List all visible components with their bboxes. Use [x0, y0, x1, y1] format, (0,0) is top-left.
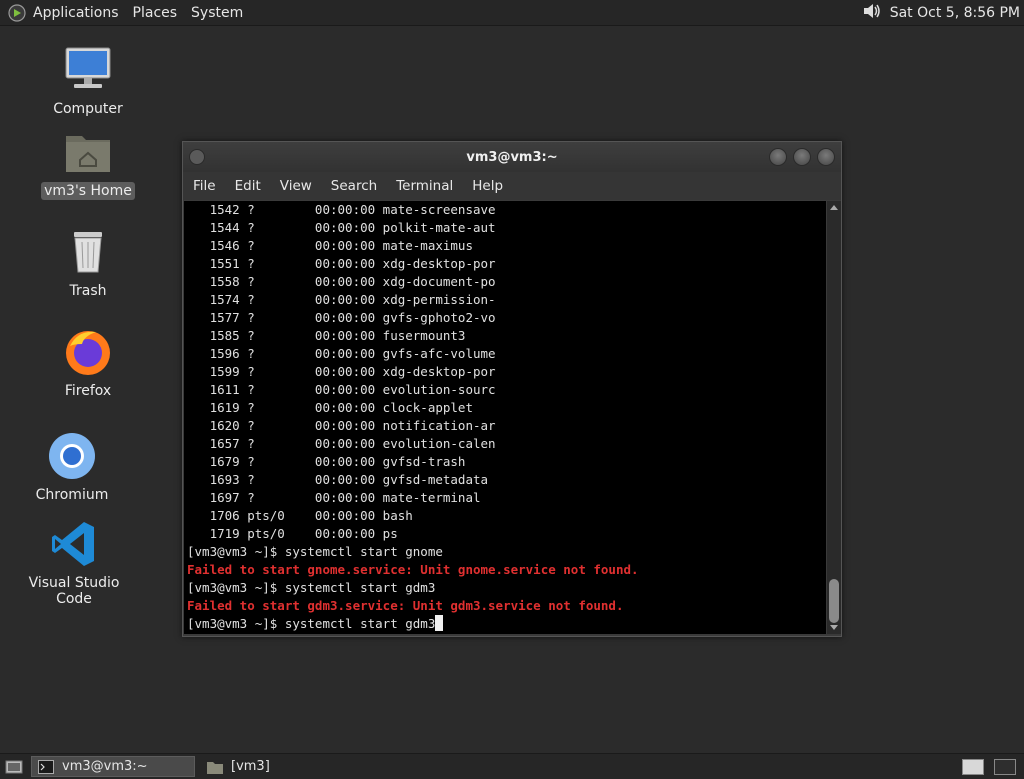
text-cursor: [435, 615, 444, 631]
workspace-2[interactable]: [994, 758, 1016, 775]
minimize-button[interactable]: [769, 148, 787, 166]
vscode-icon: [52, 522, 94, 566]
terminal-line: [vm3@vm3 ~]$ systemctl start gdm3: [187, 580, 436, 595]
clock[interactable]: Sat Oct 5, 8:56 PM: [890, 5, 1020, 21]
workspace-switcher: [962, 758, 1016, 775]
desktop-icon-label: vm3's Home: [41, 182, 135, 200]
terminal-error-line: Failed to start gnome.service: Unit gnom…: [187, 562, 639, 577]
menu-search[interactable]: Search: [331, 178, 377, 194]
terminal-line: 1596 ? 00:00:00 gvfs-afc-volume: [187, 346, 496, 361]
menu-view[interactable]: View: [280, 178, 312, 194]
desktop-icon-label: Computer: [53, 101, 123, 117]
terminal-error-line: Failed to start gdm3.service: Unit gdm3.…: [187, 598, 624, 613]
top-panel: Applications Places System Sat Oct 5, 8:…: [0, 0, 1024, 26]
terminal-line: 1697 ? 00:00:00 mate-terminal: [187, 490, 481, 505]
firefox-icon: [66, 331, 110, 375]
scrollbar-thumb[interactable]: [829, 579, 839, 623]
speaker-icon[interactable]: [862, 1, 882, 25]
workspace-1[interactable]: [962, 758, 984, 775]
terminal-line: 1620 ? 00:00:00 notification-ar: [187, 418, 496, 433]
terminal-line: 1719 pts/0 00:00:00 ps: [187, 526, 398, 541]
scroll-up-arrow-icon[interactable]: [830, 205, 838, 210]
taskbar-item-label: [vm3]: [231, 759, 270, 774]
terminal-line: 1574 ? 00:00:00 xdg-permission-: [187, 292, 496, 307]
bottom-panel: vm3@vm3:~ [vm3]: [0, 753, 1024, 779]
terminal-line: 1544 ? 00:00:00 polkit-mate-aut: [187, 220, 496, 235]
scroll-down-arrow-icon[interactable]: [830, 625, 838, 630]
window-menu-button[interactable]: [189, 149, 205, 165]
trash-icon: [74, 232, 102, 273]
computer-icon: [65, 47, 111, 88]
system-menu[interactable]: System: [191, 5, 243, 21]
desktop-icon-home[interactable]: vm3's Home: [33, 126, 143, 200]
terminal-line: 1585 ? 00:00:00 fusermount3: [187, 328, 466, 343]
terminal-icon: [38, 759, 54, 774]
menu-file[interactable]: File: [193, 178, 216, 194]
terminal-prompt-line[interactable]: [vm3@vm3 ~]$ systemctl start gdm3: [187, 615, 826, 633]
maximize-button[interactable]: [793, 148, 811, 166]
menu-help[interactable]: Help: [472, 178, 503, 194]
taskbar-item-folder[interactable]: [vm3]: [201, 756, 276, 777]
menu-terminal[interactable]: Terminal: [396, 178, 453, 194]
chromium-icon: [49, 433, 95, 479]
terminal-window: vm3@vm3:~ File Edit View Search Terminal…: [182, 141, 842, 637]
terminal-menubar: File Edit View Search Terminal Help: [183, 172, 841, 200]
show-desktop-icon[interactable]: [3, 758, 25, 776]
window-titlebar[interactable]: vm3@vm3:~: [183, 142, 841, 172]
terminal-line: 1551 ? 00:00:00 xdg-desktop-por: [187, 256, 496, 271]
applications-menu[interactable]: Applications: [33, 5, 119, 21]
terminal-prompt-text: [vm3@vm3 ~]$ systemctl start gdm3: [187, 616, 436, 631]
terminal-line: 1693 ? 00:00:00 gvfsd-metadata: [187, 472, 489, 487]
distro-logo-icon[interactable]: [7, 3, 27, 23]
terminal-line: [vm3@vm3 ~]$ systemctl start gnome: [187, 544, 443, 559]
desktop-icon-label: Firefox: [64, 383, 112, 399]
desktop-icon-label: Trash: [69, 283, 107, 299]
terminal-line: 1542 ? 00:00:00 mate-screensave: [187, 202, 496, 217]
desktop-icon-vscode[interactable]: Visual Studio Code: [19, 518, 129, 608]
places-menu[interactable]: Places: [133, 5, 178, 21]
desktop-icon-trash[interactable]: Trash: [33, 226, 143, 300]
terminal-line: 1706 pts/0 00:00:00 bash: [187, 508, 413, 523]
desktop-icon-label: Chromium: [35, 487, 109, 503]
close-button[interactable]: [817, 148, 835, 166]
desktop-icon-label: Visual Studio Code: [28, 575, 120, 607]
terminal-scrollbar[interactable]: [827, 201, 841, 634]
terminal-line: 1599 ? 00:00:00 xdg-desktop-por: [187, 364, 496, 379]
menu-edit[interactable]: Edit: [235, 178, 261, 194]
terminal-line: 1577 ? 00:00:00 gvfs-gphoto2-vo: [187, 310, 496, 325]
desktop-icon-chromium[interactable]: Chromium: [17, 430, 127, 504]
window-title: vm3@vm3:~: [466, 149, 558, 165]
terminal-line: 1558 ? 00:00:00 xdg-document-po: [187, 274, 496, 289]
terminal-line: 1679 ? 00:00:00 gvfsd-trash: [187, 454, 466, 469]
desktop-icon-firefox[interactable]: Firefox: [33, 326, 143, 400]
terminal-line: 1619 ? 00:00:00 clock-applet: [187, 400, 473, 415]
desktop-icon-computer[interactable]: Computer: [33, 44, 143, 118]
taskbar-item-terminal[interactable]: vm3@vm3:~: [31, 756, 195, 777]
terminal-line: 1546 ? 00:00:00 mate-maximus: [187, 238, 473, 253]
terminal-line: 1657 ? 00:00:00 evolution-calen: [187, 436, 496, 451]
terminal-line: 1611 ? 00:00:00 evolution-sourc: [187, 382, 496, 397]
home-folder-icon: [66, 136, 110, 172]
taskbar-item-label: vm3@vm3:~: [62, 759, 148, 774]
terminal-output[interactable]: 1542 ? 00:00:00 mate-screensave 1544 ? 0…: [184, 201, 826, 634]
folder-icon: [207, 761, 223, 774]
